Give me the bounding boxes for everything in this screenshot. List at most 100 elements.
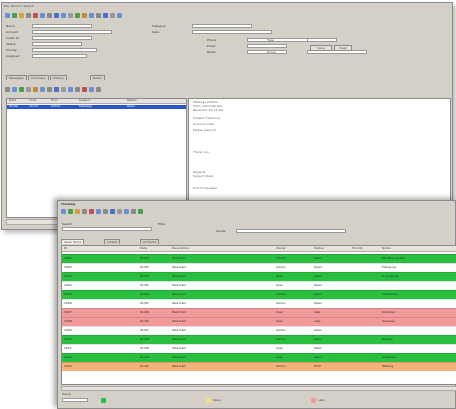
toolbar-icon[interactable] xyxy=(96,13,101,18)
toolbar-icon[interactable] xyxy=(75,13,80,18)
toolbar-icon[interactable] xyxy=(61,87,66,92)
column-header[interactable]: Owner xyxy=(276,247,286,250)
form-label: Assigned xyxy=(6,54,20,58)
toolbar-icon[interactable] xyxy=(131,209,136,214)
toolbar-icon[interactable] xyxy=(19,13,24,18)
column-header[interactable]: Subject xyxy=(79,99,90,102)
row-cell: 01/02 xyxy=(9,105,18,108)
back-tab[interactable]: History xyxy=(50,75,67,80)
clear-button[interactable]: Clear xyxy=(334,45,352,51)
toolbar-icon[interactable] xyxy=(82,209,87,214)
table-row[interactable]: 1007 01/06 Task item User Late Overdue xyxy=(62,308,456,317)
toolbar-icon[interactable] xyxy=(82,87,87,92)
toolbar-icon[interactable] xyxy=(117,13,122,18)
status-field[interactable] xyxy=(62,398,88,402)
toolbar-icon[interactable] xyxy=(89,13,94,18)
save-button[interactable]: Save xyxy=(310,45,332,51)
form-field[interactable] xyxy=(32,36,92,40)
toolbar-icon[interactable] xyxy=(89,209,94,214)
menu-record[interactable]: Record xyxy=(11,4,21,8)
table-row[interactable]: 1009 01/07 Task item Admin Open xyxy=(62,326,456,335)
toolbar-icon[interactable] xyxy=(75,87,80,92)
toolbar-icon[interactable] xyxy=(19,87,24,92)
form-field[interactable] xyxy=(307,38,337,42)
toolbar-icon[interactable] xyxy=(110,209,115,214)
table-row[interactable]: 1011 01/08 Task item User Open xyxy=(62,344,456,353)
toolbar-icon[interactable] xyxy=(5,87,10,92)
toolbar-icon[interactable] xyxy=(75,209,80,214)
form-field[interactable] xyxy=(32,42,82,46)
toolbar-icon[interactable] xyxy=(89,87,94,92)
column-header[interactable]: Status xyxy=(314,247,324,250)
form-field[interactable] xyxy=(247,44,287,48)
column-header[interactable]: Time xyxy=(29,99,36,102)
toolbar-icon[interactable] xyxy=(12,87,17,92)
column-header[interactable]: Status xyxy=(127,99,137,102)
column-header[interactable]: Notes xyxy=(382,247,391,250)
front-tab[interactable]: All Items xyxy=(140,239,160,244)
table-row[interactable]: 1005 01/05 Task item Admin Open Scheduled xyxy=(62,290,456,299)
toolbar-icon[interactable] xyxy=(96,87,101,92)
toolbar-icon[interactable] xyxy=(47,87,52,92)
form-field[interactable] xyxy=(32,30,112,34)
table-row[interactable]: 1001 01/02 Task item Admin Open Pending revie… xyxy=(62,254,456,263)
table-row[interactable]: 1006 01/05 Task item Admin Open xyxy=(62,299,456,308)
column-header[interactable]: From xyxy=(51,99,58,102)
table-row[interactable]: 1003 01/03 Task item User Open In progress xyxy=(62,272,456,281)
toolbar-icon[interactable] xyxy=(124,209,129,214)
table-row[interactable]: 1004 01/04 Task item User Open xyxy=(62,281,456,290)
back-tab[interactable]: Messages xyxy=(6,75,27,80)
form-field[interactable] xyxy=(32,24,92,28)
toolbar-icon[interactable] xyxy=(54,13,59,18)
toolbar-icon[interactable] xyxy=(47,13,52,18)
table-row[interactable]: 1013 01/09 Task item Admin Hold Waiting xyxy=(62,362,456,371)
toolbar-icon[interactable] xyxy=(138,209,143,214)
front-tab[interactable]: Closed xyxy=(104,239,121,244)
tracking-grid[interactable]: ID Date Description Owner Status Priority Note… xyxy=(61,245,456,385)
table-row[interactable]: 1008 01/06 Task item User Late Overdue xyxy=(62,317,456,326)
form-field[interactable] xyxy=(32,48,97,52)
form-field[interactable] xyxy=(192,24,252,28)
form-field[interactable] xyxy=(192,30,272,34)
search-input[interactable] xyxy=(62,227,152,231)
toolbar-icon[interactable] xyxy=(33,13,38,18)
table-row[interactable]: 1010 01/08 Task item Admin Open Review xyxy=(62,335,456,344)
menu-file[interactable]: File xyxy=(4,4,9,8)
column-header[interactable]: Date xyxy=(9,99,16,102)
back-tab[interactable]: Summary xyxy=(28,75,49,80)
toolbar-icon[interactable] xyxy=(54,87,59,92)
back-tab[interactable]: Notes xyxy=(90,75,105,80)
column-header[interactable]: ID xyxy=(64,247,67,250)
owner-field[interactable] xyxy=(236,229,346,233)
row-cell: Open xyxy=(127,105,136,108)
toolbar-icon[interactable] xyxy=(110,13,115,18)
toolbar-icon[interactable] xyxy=(103,13,108,18)
column-header[interactable]: Priority xyxy=(352,247,363,250)
menu-search[interactable]: Search xyxy=(23,4,33,8)
toolbar-icon[interactable] xyxy=(103,209,108,214)
toolbar-icon[interactable] xyxy=(12,13,17,18)
toolbar-icon[interactable] xyxy=(68,87,73,92)
toolbar-icon[interactable] xyxy=(117,209,122,214)
toolbar-icon[interactable] xyxy=(33,87,38,92)
table-row[interactable]: 1012 01/09 Task item User Open Assigned xyxy=(62,353,456,362)
row-cell: Scheduled xyxy=(382,293,398,296)
column-header[interactable]: Description xyxy=(172,247,189,250)
toolbar-icon[interactable] xyxy=(68,13,73,18)
column-header[interactable]: Date xyxy=(140,247,147,250)
front-tab[interactable]: Open Items xyxy=(61,239,85,244)
table-row[interactable]: 1002 01/03 Task item Admin Open Follow up xyxy=(62,263,456,272)
form-field[interactable] xyxy=(32,54,87,58)
toolbar-icon[interactable] xyxy=(26,87,31,92)
toolbar-icon[interactable] xyxy=(96,209,101,214)
toolbar-icon[interactable] xyxy=(61,13,66,18)
toolbar-icon[interactable] xyxy=(61,209,66,214)
front-horizontal-scrollbar[interactable] xyxy=(61,386,456,391)
toolbar-icon[interactable] xyxy=(82,13,87,18)
toolbar-icon[interactable] xyxy=(40,13,45,18)
toolbar-icon[interactable] xyxy=(68,209,73,214)
toolbar-icon[interactable] xyxy=(40,87,45,92)
message-list-row-selected[interactable]: 01/02 10:14 Admin Message Open xyxy=(7,105,186,109)
toolbar-icon[interactable] xyxy=(5,13,10,18)
toolbar-icon[interactable] xyxy=(26,13,31,18)
